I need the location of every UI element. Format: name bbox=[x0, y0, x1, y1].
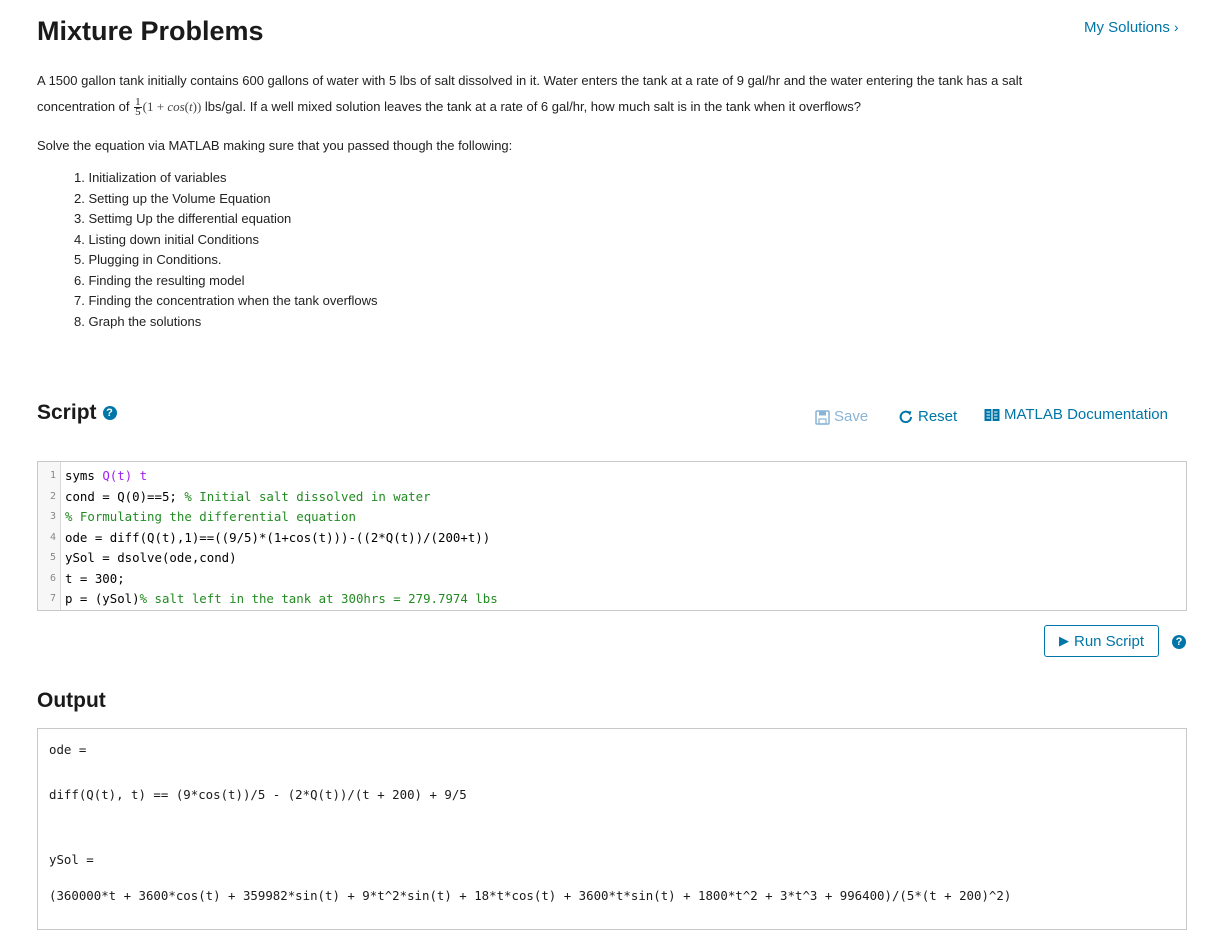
line-number: 5 bbox=[49, 552, 56, 563]
reset-icon bbox=[899, 410, 912, 424]
instructions-intro: Solve the equation via MATLAB making sur… bbox=[37, 138, 513, 153]
math-part: (1 + bbox=[142, 99, 168, 114]
save-icon bbox=[815, 409, 830, 425]
code-token: cond = Q(0)==5; bbox=[65, 488, 185, 504]
fraction-denominator: 5 bbox=[135, 106, 141, 119]
math-part: )) bbox=[192, 99, 202, 114]
step-item: 2. Setting up the Volume Equation bbox=[74, 190, 271, 206]
output-heading: Output bbox=[37, 689, 106, 712]
line-number: 3 bbox=[49, 511, 56, 522]
code-token: ySol = dsolve(ode,cond) bbox=[65, 550, 237, 565]
output-line: diff(Q(t), t) == (9*cos(t))/5 - (2*Q(t))… bbox=[49, 787, 467, 802]
code-line[interactable]: 7 p = (ySol)% salt left in the tank at 30… bbox=[38, 589, 1186, 610]
step-item: 1. Initialization of variables bbox=[74, 170, 227, 185]
concentration-prefix: concentration of bbox=[37, 99, 130, 114]
code-comment: % Initial salt dissolved in water bbox=[184, 488, 431, 504]
code-text: ySol = dsolve(ode,cond) bbox=[65, 548, 237, 569]
run-help-icon[interactable]: ? bbox=[1172, 635, 1186, 649]
code-line[interactable]: 3 % Formulating the differential equation bbox=[38, 507, 1186, 528]
output-panel: ode = diff(Q(t), t) == (9*cos(t))/5 - (2… bbox=[37, 728, 1187, 930]
run-script-button[interactable]: ▶ Run Script bbox=[1044, 625, 1159, 657]
code-text: t = 300; bbox=[65, 569, 125, 590]
code-line[interactable]: 1 syms Q(t) t bbox=[38, 466, 1186, 487]
save-label: Save bbox=[834, 408, 869, 425]
fraction: 15 bbox=[134, 97, 142, 119]
code-line[interactable]: 4 ode = diff(Q(t),1)==((9/5)*(1+cos(t)))-… bbox=[38, 528, 1186, 549]
code-editor[interactable]: 1 syms Q(t) t 2 cond = Q(0)==5; % Initial s… bbox=[37, 461, 1187, 611]
code-text: cond = Q(0)==5; % Initial salt dissolved… bbox=[65, 487, 431, 508]
reset-button[interactable]: Reset bbox=[898, 407, 957, 427]
problem-line-2-rest: lbs/gal. If a well mixed solution leaves… bbox=[204, 99, 862, 114]
code-token: ode = diff(Q(t),1)==((9/5)*(1+cos(t)))-(… bbox=[65, 529, 491, 545]
code-text: p = (ySol)% salt left in the tank at 300… bbox=[65, 589, 498, 610]
line-number: 7 bbox=[49, 593, 56, 604]
script-heading-label: Script bbox=[37, 401, 97, 424]
doc-label: MATLAB Documentation bbox=[1004, 406, 1168, 423]
problem-line-1: A 1500 gallon tank initially contains 60… bbox=[37, 73, 1023, 88]
run-script-label: Run Script bbox=[1073, 632, 1145, 650]
page-title: Mixture Problems bbox=[37, 16, 264, 46]
step-item: 8. Graph the solutions bbox=[74, 313, 202, 329]
save-button[interactable]: Save bbox=[815, 407, 868, 427]
matlab-documentation-link[interactable]: MATLAB Documentation bbox=[984, 405, 1168, 425]
step-item: 7. Finding the concentration when the ta… bbox=[74, 293, 378, 308]
step-item: 3. Settimg Up the differential equation bbox=[74, 211, 292, 226]
step-item: 5. Plugging in Conditions. bbox=[74, 252, 222, 267]
code-text: % Formulating the differential equation bbox=[65, 507, 356, 528]
code-keyword: Q(t) t bbox=[102, 468, 148, 483]
book-icon bbox=[984, 409, 1000, 421]
chevron-right-icon: › bbox=[1173, 19, 1179, 35]
step-item: 6. Finding the resulting model bbox=[74, 272, 245, 288]
problem-line-2: concentration of 1 5 (1 + cos(t)) lbs/gal.… bbox=[37, 97, 1157, 119]
play-icon: ▶ bbox=[1058, 633, 1069, 648]
problem-statement: A 1500 gallon tank initially contains 60… bbox=[37, 71, 1157, 119]
concentration-expression: (1 + cos(t)) bbox=[143, 99, 202, 114]
output-line: ode = bbox=[49, 742, 87, 757]
code-token: syms bbox=[65, 468, 103, 483]
script-help-icon[interactable]: ? bbox=[102, 406, 117, 420]
code-comment: % Formulating the differential equation bbox=[65, 509, 356, 524]
step-item: 4. Listing down initial Conditions bbox=[74, 231, 259, 247]
output-line: ySol = bbox=[49, 852, 94, 867]
script-heading: Script? bbox=[37, 399, 117, 427]
line-number: 6 bbox=[49, 572, 56, 584]
line-number: 1 bbox=[49, 470, 56, 481]
steps-list: 1. Initialization of variables 2. Settin… bbox=[74, 168, 378, 332]
my-solutions-label: My Solutions bbox=[1084, 19, 1170, 36]
code-comment: % salt left in the tank at 300hrs = 279.… bbox=[139, 591, 498, 606]
math-fn: cos bbox=[167, 99, 185, 114]
code-line[interactable]: 2 cond = Q(0)==5; % Initial salt dissolve… bbox=[38, 487, 1186, 508]
code-token: p = (ySol) bbox=[65, 591, 140, 606]
output-line: (360000*t + 3600*cos(t) + 359982*sin(t) … bbox=[49, 888, 1012, 903]
code-text: syms Q(t) t bbox=[65, 466, 147, 487]
line-number: 2 bbox=[49, 490, 56, 502]
code-text: ode = diff(Q(t),1)==((9/5)*(1+cos(t)))-(… bbox=[65, 528, 490, 549]
code-line[interactable]: 5 ySol = dsolve(ode,cond) bbox=[38, 548, 1186, 569]
my-solutions-link[interactable]: My Solutions › bbox=[1084, 17, 1179, 38]
reset-label: Reset bbox=[918, 408, 958, 425]
code-line[interactable]: 6 t = 300; bbox=[38, 569, 1186, 590]
code-token: t = 300; bbox=[65, 570, 125, 586]
line-number: 4 bbox=[49, 531, 56, 543]
